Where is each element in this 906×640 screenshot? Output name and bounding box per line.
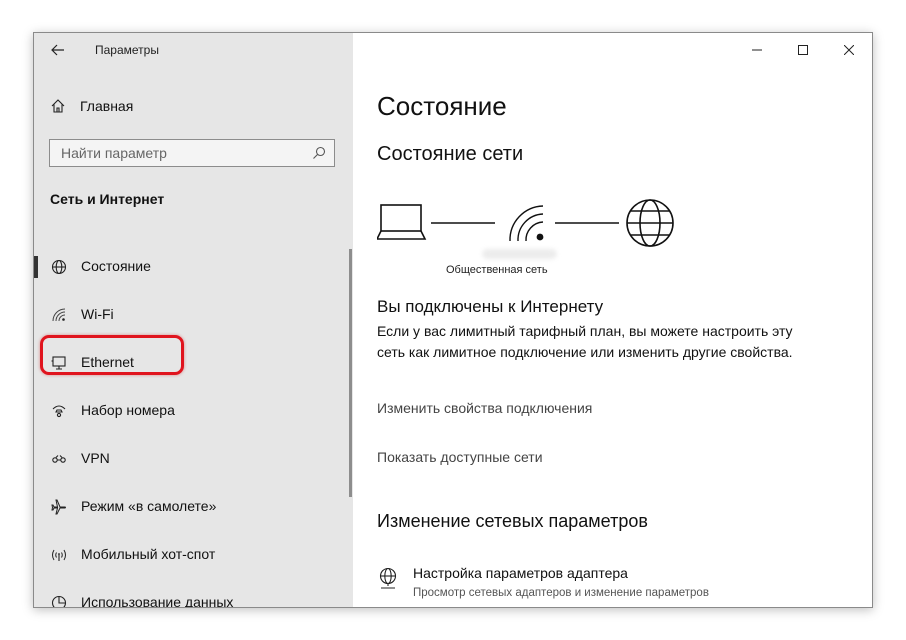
data-usage-icon [50, 594, 68, 607]
dialup-icon [50, 402, 68, 420]
airplane-icon [50, 498, 68, 516]
sidebar-item-label: Использование данных [81, 594, 234, 608]
connected-title: Вы подключены к Интернету [377, 297, 604, 316]
hotspot-icon [50, 546, 68, 564]
connected-description: Если у вас лимитный тарифный план, вы мо… [377, 323, 793, 360]
network-status-heading: Состояние сети [377, 143, 524, 165]
adapter-settings-subtitle: Просмотр сетевых адаптеров и изменение п… [413, 587, 709, 599]
globe-icon [626, 199, 674, 247]
connection-line [555, 222, 619, 224]
sidebar-scrollbar[interactable] [349, 249, 352, 497]
sidebar-nav: Состояние Wi-Fi Ethernet Набор номера VP… [34, 243, 353, 608]
sidebar-item-label: Набор номера [81, 402, 175, 418]
back-arrow-icon [51, 44, 64, 56]
search-box [49, 139, 335, 167]
network-name-redacted [482, 249, 557, 259]
sidebar-item-wifi[interactable]: Wi-Fi [34, 291, 353, 339]
change-connection-properties-link[interactable]: Изменить свойства подключения [377, 400, 592, 416]
close-icon [844, 45, 854, 55]
sidebar-item-status[interactable]: Состояние [34, 243, 353, 291]
home-label: Главная [80, 98, 134, 114]
home-link[interactable]: Главная [50, 95, 133, 117]
main-content: Состояние Состояние сети Общественная се… [353, 33, 872, 607]
close-button[interactable] [826, 33, 872, 67]
home-icon [51, 99, 65, 113]
sidebar-item-data-usage[interactable]: Использование данных [34, 579, 353, 608]
sidebar-item-label: Wi-Fi [81, 306, 114, 322]
adapter-settings-title: Настройка параметров адаптера [413, 565, 628, 581]
sidebar-item-label: Состояние [81, 258, 151, 274]
globe-icon [50, 258, 68, 276]
page-title: Состояние [377, 91, 507, 121]
connection-line [431, 222, 495, 224]
change-settings-heading: Изменение сетевых параметров [377, 511, 648, 531]
app-title: Параметры [95, 43, 159, 57]
window-controls [734, 33, 872, 67]
sidebar-item-vpn[interactable]: VPN [34, 435, 353, 483]
sidebar-item-ethernet[interactable]: Ethernet [34, 339, 353, 387]
section-title: Сеть и Интернет [50, 191, 165, 207]
search-input[interactable] [50, 140, 301, 166]
settings-window: Параметры Главная Сеть и Интернет [33, 32, 873, 608]
sidebar-item-label: Режим «в самолете» [81, 498, 217, 514]
maximize-icon [798, 45, 808, 55]
sidebar: Параметры Главная Сеть и Интернет [34, 33, 353, 607]
vpn-icon [50, 450, 68, 468]
minimize-icon [752, 49, 762, 51]
search-icon[interactable] [312, 146, 326, 160]
laptop-icon [377, 204, 427, 240]
sidebar-item-hotspot[interactable]: Мобильный хот-спот [34, 531, 353, 579]
maximize-button[interactable] [780, 33, 826, 67]
wifi-signal-icon [509, 205, 544, 242]
show-available-networks-link[interactable]: Показать доступные сети [377, 449, 543, 465]
minimize-button[interactable] [734, 33, 780, 67]
sidebar-item-dialup[interactable]: Набор номера [34, 387, 353, 435]
network-type-label: Общественная сеть [446, 264, 548, 276]
sidebar-item-label: VPN [81, 450, 110, 466]
sidebar-item-airplane[interactable]: Режим «в самолете» [34, 483, 353, 531]
wifi-icon [50, 306, 68, 324]
adapter-globe-icon [379, 567, 397, 589]
sidebar-item-label: Мобильный хот-спот [81, 546, 216, 562]
back-button[interactable] [44, 39, 72, 61]
sidebar-item-label: Ethernet [81, 354, 134, 370]
ethernet-icon [50, 354, 68, 372]
title-bar: Параметры [34, 33, 353, 67]
